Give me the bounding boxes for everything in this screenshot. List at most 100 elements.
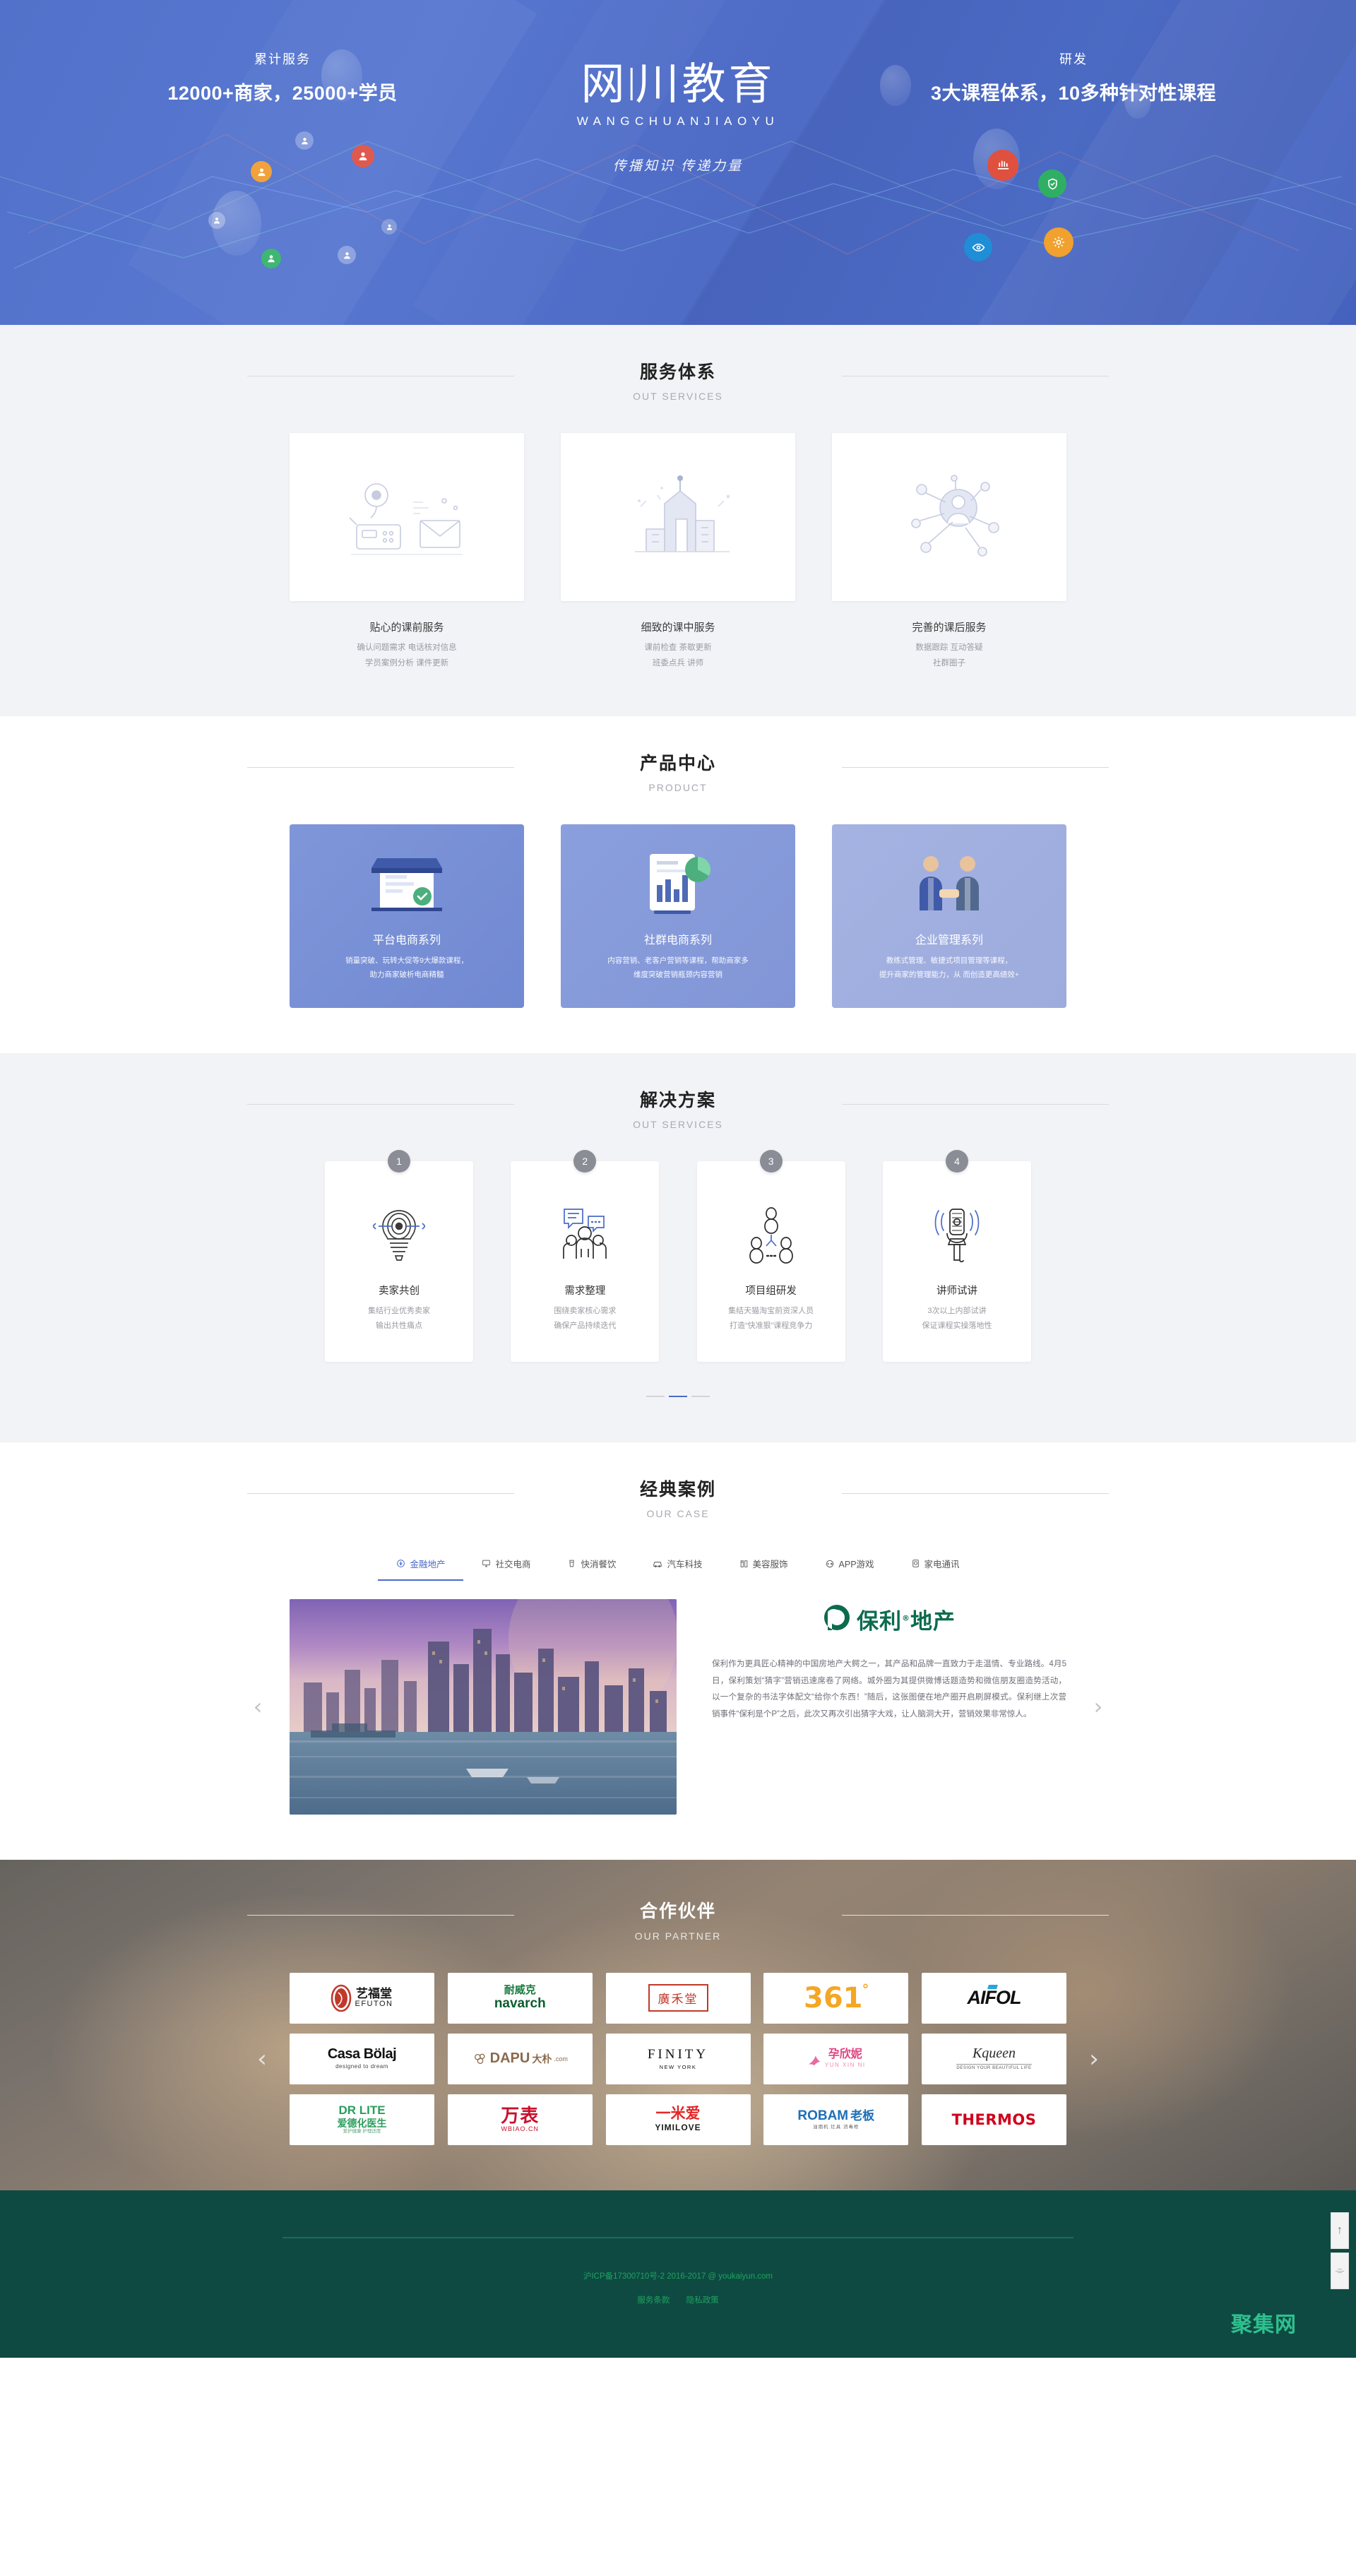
phone-mail-location-icon bbox=[349, 483, 463, 556]
solution-heading: 解决方案 OUT SERVICES bbox=[240, 1090, 1116, 1130]
partner-logo-drlite[interactable]: DR LITE 爱德化医生 爱护健康 护理适度 bbox=[290, 2094, 434, 2145]
services-section: 服务体系 OUT SERVICES 贴心的课前服务 确认问题需求 电话核对信息 … bbox=[0, 325, 1356, 716]
partner-logo-361[interactable]: 361 ° bbox=[763, 1972, 909, 2024]
case-tab-label: 金融地产 bbox=[410, 1560, 446, 1570]
solution-title-cn: 解决方案 bbox=[639, 1091, 716, 1111]
solution-card[interactable]: 1 卖家共创 集结行业优秀卖家 输出共性痛点 bbox=[325, 1150, 473, 1363]
service-card-desc-line2: 社群圈子 bbox=[933, 658, 965, 667]
solution-pagination bbox=[240, 1396, 1116, 1398]
product-card-desc-line2: 提升商家的管理能力，从 而创造更高绩效+ bbox=[879, 970, 1020, 979]
solution-card-desc-line2: 打造“快准狠”课程竞争力 bbox=[729, 1322, 813, 1331]
solution-card-icon-wrap bbox=[521, 1201, 649, 1269]
case-brand-registered-mark: ® bbox=[902, 1613, 910, 1623]
product-card-illustration bbox=[832, 837, 1066, 927]
solution-card-desc-line2: 输出共性痛点 bbox=[376, 1322, 422, 1331]
product-title-cn: 产品中心 bbox=[639, 753, 716, 773]
partner-logo-en: YIMILOVE bbox=[655, 2123, 701, 2133]
case-tab-appliance[interactable]: 家电通讯 bbox=[893, 1550, 978, 1581]
scroll-to-top-button[interactable]: ↑ bbox=[1331, 2212, 1349, 2250]
partner-logo-finity[interactable]: FINITY NEW YORK bbox=[605, 2033, 751, 2084]
partner-logo-en: DR LITE bbox=[338, 2103, 386, 2117]
solution-card-desc-line2: 确保产品持续迭代 bbox=[554, 1322, 617, 1331]
product-section: 产品中心 PRODUCT 平台电商系列 销量突破、玩转大促等9大爆款课程， 助力… bbox=[0, 716, 1356, 1054]
partner-logo-sub: .com bbox=[554, 2055, 568, 2062]
product-card-desc: 内容营销、老客户营销等课程，帮助商家多 维度突破营销瓶颈内容营销 bbox=[561, 954, 795, 983]
cases-section: 经典案例 OUR CASE 金融地产 社交电商 快消餐饮 汽车科技 美容服饰 A… bbox=[0, 1442, 1356, 1860]
partners-heading: 合作伙伴 OUR PARTNER bbox=[240, 1901, 1116, 1942]
case-tab-finance[interactable]: 金融地产 bbox=[378, 1550, 464, 1581]
hero-node-shield-icon bbox=[1038, 170, 1066, 198]
solution-page-dot-active[interactable] bbox=[669, 1396, 687, 1398]
partner-logo-thermos[interactable]: THERMOS bbox=[922, 2094, 1066, 2145]
partner-logo-yunxinni[interactable]: 孕欣妮 YUN XIN NI bbox=[763, 2033, 909, 2084]
product-card[interactable]: 平台电商系列 销量突破、玩转大促等9大爆款课程， 助力商家破析电商精髓 bbox=[290, 824, 524, 1009]
hero-stat-right: 研发 3大课程体系，10多种针对性课程 bbox=[911, 49, 1236, 105]
solution-card[interactable]: 4 讲师试讲 3次以上内部试讲 保证课程实操落地性 bbox=[882, 1150, 1031, 1363]
product-card[interactable]: 企业管理系列 教练式管理、敏捷式项目管理等课程， 提升商家的管理能力，从 而创造… bbox=[832, 824, 1066, 1009]
handshake-people-icon bbox=[920, 856, 979, 911]
product-card[interactable]: 社群电商系列 内容营销、老客户营销等课程，帮助商家多 维度突破营销瓶颈内容营销 bbox=[561, 824, 795, 1009]
case-tab-auto[interactable]: 汽车科技 bbox=[634, 1550, 720, 1581]
partners-next-button[interactable]: › bbox=[1082, 2042, 1106, 2076]
hero-stat-right-label: 研发 bbox=[1059, 52, 1088, 66]
case-next-button[interactable]: › bbox=[1086, 1690, 1110, 1723]
case-tab-social[interactable]: 社交电商 bbox=[463, 1550, 549, 1581]
footer-link-privacy[interactable]: 隐私政策 bbox=[686, 2296, 719, 2305]
solution-page-dot[interactable] bbox=[691, 1396, 710, 1398]
service-card[interactable]: 贴心的课前服务 确认问题需求 电话核对信息 学员案例分析 课件更新 bbox=[290, 433, 524, 671]
partner-logo-robam[interactable]: ROBAM 老板 油烟机 灶具 消毒柜 bbox=[763, 2094, 909, 2145]
solution-card-row: 1 卖家共创 集结行业优秀卖家 输出共性痛点 2 需求整理 围绕卖家核心需求 确… bbox=[325, 1150, 1031, 1363]
product-card-desc: 教练式管理、敏捷式项目管理等课程， 提升商家的管理能力，从 而创造更高绩效+ bbox=[832, 954, 1066, 983]
partner-logo-en: EFUTON bbox=[355, 1999, 393, 2008]
network-person-icon bbox=[911, 475, 999, 557]
case-tab-label: 社交电商 bbox=[495, 1560, 531, 1570]
service-card[interactable]: 细致的课中服务 课前检查 茶歇更新 班委点兵 讲师 bbox=[561, 433, 795, 671]
partner-logo-cn: 耐威克 bbox=[504, 1984, 536, 1997]
partner-logo-wbiao[interactable]: 万表 WBIAO.CN bbox=[447, 2094, 593, 2145]
solution-card[interactable]: 3 项目组研发 集结天猫淘宝前资深人员 打造“快准狠”课程竞争力 bbox=[696, 1150, 845, 1363]
partners-title-en: OUR PARTNER bbox=[634, 1930, 722, 1942]
bird-wing-icon bbox=[808, 2055, 821, 2065]
case-tab-app[interactable]: APP游戏 bbox=[807, 1550, 893, 1581]
hero-stat-left: 累计服务 12000+商家，25000+学员 bbox=[120, 49, 445, 105]
solution-card[interactable]: 2 需求整理 围绕卖家核心需求 确保产品持续迭代 bbox=[511, 1150, 660, 1363]
dashboard-chart-icon bbox=[650, 854, 711, 915]
service-card-image bbox=[832, 433, 1066, 602]
site-footer: 沪ICP备17300710号-2 2016-2017 @ youkaiyun.c… bbox=[0, 2190, 1356, 2358]
case-tab-beauty[interactable]: 美容服饰 bbox=[721, 1550, 807, 1581]
case-tab-food[interactable]: 快消餐饮 bbox=[549, 1550, 634, 1581]
case-prev-button[interactable]: ‹ bbox=[246, 1690, 270, 1723]
solution-card-icon-wrap bbox=[893, 1201, 1021, 1269]
partner-logo-en: Kqueen bbox=[972, 2046, 1016, 2062]
partners-prev-button[interactable]: ‹ bbox=[250, 2042, 274, 2076]
partner-logo-kqueen[interactable]: Kqueen DESIGN YOUR BEAUTIFUL LIFE bbox=[922, 2033, 1066, 2084]
partner-logo-navarch[interactable]: 耐威克 navarch bbox=[447, 1972, 593, 2024]
storefront-icon bbox=[371, 858, 442, 912]
product-card-desc-line2: 助力商家破析电商精髓 bbox=[369, 970, 444, 979]
footer-link-terms[interactable]: 服务条款 bbox=[637, 2296, 670, 2305]
partner-logo-casabolaj[interactable]: Casa Bölaj designed to dream bbox=[290, 2033, 434, 2084]
hero-node-avatar-white bbox=[381, 219, 397, 235]
partner-logo-efuton[interactable]: 艺福堂 EFUTON bbox=[290, 1972, 434, 2024]
partner-logo-cn: 孕欣妮 bbox=[828, 2048, 862, 2060]
partner-logo-aifol[interactable]: AIFOL bbox=[922, 1972, 1066, 2024]
heading-rule-right bbox=[842, 766, 1109, 768]
partner-logo-yimilove[interactable]: 一米爱 YIMILOVE bbox=[605, 2094, 751, 2145]
product-card-row: 平台电商系列 销量突破、玩转大促等9大爆款课程， 助力商家破析电商精髓 社群电商… bbox=[290, 824, 1066, 1009]
partner-logo-degree: ° bbox=[862, 1981, 869, 1998]
heading-rule-left bbox=[247, 1104, 514, 1105]
partner-logo-dapu[interactable]: DAPU 大朴 .com bbox=[447, 2033, 593, 2084]
cup-icon bbox=[569, 1560, 575, 1567]
solution-page-dot[interactable] bbox=[646, 1396, 665, 1398]
partner-logo-cn: 艺福堂 bbox=[356, 1986, 392, 2000]
brand-logo-cn: 网川教育 bbox=[577, 62, 780, 106]
qrcode-button[interactable]: ⌯ bbox=[1331, 2252, 1349, 2290]
partner-logo-en: navarch bbox=[494, 1995, 546, 2011]
case-tab-label: 快消餐饮 bbox=[581, 1560, 617, 1570]
solution-card-desc-line1: 3次以上内部试讲 bbox=[927, 1307, 987, 1316]
case-tab-label: 家电通讯 bbox=[924, 1560, 960, 1570]
solution-card-title: 项目组研发 bbox=[745, 1286, 797, 1298]
service-card[interactable]: 完善的课后服务 数据跟踪 互动答疑 社群圈子 bbox=[832, 433, 1066, 671]
partner-logo-guanghetang[interactable]: 廣禾堂 bbox=[605, 1972, 751, 2024]
cityscape-photo bbox=[290, 1599, 677, 1815]
